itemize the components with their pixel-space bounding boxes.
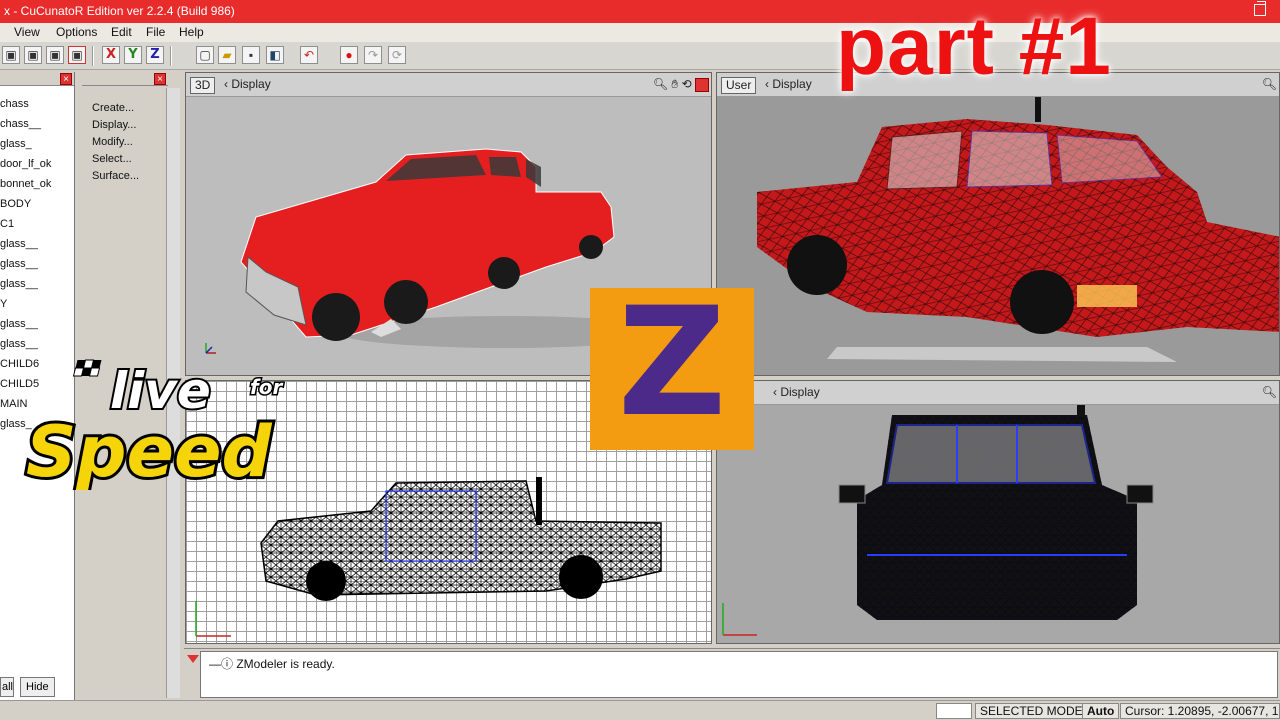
object-list-item[interactable]: glass__ (0, 274, 74, 294)
cube-front-icon[interactable]: ▣ (24, 46, 42, 64)
command-surface[interactable]: Surface... (92, 168, 168, 185)
live-for-speed-logo: live for Speed (23, 359, 285, 490)
pan-hand-icon[interactable]: ✋︎ (671, 77, 678, 91)
object-list-item[interactable]: Y (0, 294, 74, 314)
close-icon[interactable]: × (60, 73, 72, 85)
zoom-icon[interactable]: 🔍︎ (1262, 385, 1277, 399)
viewport-display-label: ‹ Display (773, 385, 820, 399)
show-all-button[interactable]: all (0, 677, 14, 697)
truck-wireframe-shaded (757, 92, 1279, 362)
menu-help[interactable]: Help (179, 25, 204, 39)
warning-triangle-icon (187, 655, 199, 663)
object-list-header: × (0, 72, 74, 86)
cube-side-icon[interactable]: ▣ (46, 46, 64, 64)
object-list-item[interactable]: chass__ (0, 114, 74, 134)
axis-x-button[interactable]: X (102, 46, 120, 64)
maximize-icon[interactable] (1254, 1, 1266, 16)
object-list-item[interactable]: bonnet_ok (0, 174, 74, 194)
axis-y-button[interactable]: Y (124, 46, 142, 64)
toolbar-separator (170, 46, 172, 66)
new-file-icon[interactable]: ▢ (196, 46, 214, 64)
status-bar: SELECTED MODE Auto Cursor: 1.20895, -2.0… (0, 700, 1280, 720)
command-list: Create... Display... Modify... Select...… (82, 86, 168, 185)
viewport-front[interactable]: ‹ Display 🔍︎ (716, 380, 1280, 644)
viewport-display-label: ‹ Display (224, 77, 271, 91)
toolbar-separator (92, 46, 94, 66)
console-output[interactable]: —ⓘ ZModeler is ready. (200, 651, 1278, 698)
object-list-item[interactable]: glass__ (0, 254, 74, 274)
menu-file[interactable]: File (146, 25, 165, 39)
viewport-header: 3D ‹ Display 🔍︎ ✋︎ ⟲ (186, 73, 711, 97)
command-panel-header: × (82, 72, 168, 86)
save-icon[interactable]: ▪ (242, 46, 260, 64)
viewport-mode-button[interactable]: User (721, 77, 757, 94)
hide-all-button[interactable]: Hide all (20, 677, 55, 711)
viewport-display-text[interactable]: Display (772, 77, 811, 91)
zoom-icon[interactable]: 🔍︎ (653, 77, 668, 91)
menu-view[interactable]: View (14, 25, 40, 39)
lfs-for-text: for (250, 375, 283, 399)
console-panel: —ⓘ ZModeler is ready. (184, 648, 1280, 700)
redo-icon[interactable]: ↷ (364, 46, 382, 64)
truck-front-wireframe (722, 403, 1154, 636)
viewport-display-text[interactable]: Display (780, 385, 819, 399)
command-display[interactable]: Display... (92, 117, 168, 134)
close-icon[interactable]: × (154, 73, 166, 85)
viewport-user[interactable]: User ‹ Display 🔍︎ (716, 72, 1280, 376)
viewport-mode-button[interactable]: 3D (190, 77, 216, 94)
viewport-controls: 🔍︎ ✋︎ ⟲ (653, 77, 709, 92)
zmodeler-window: x - CuCunatoR Edition ver 2.2.4 (Build 9… (0, 0, 1280, 720)
rotate-icon[interactable]: ⟲ (682, 77, 692, 91)
menu-edit[interactable]: Edit (111, 25, 132, 39)
zmodeler-logo: Z (590, 288, 754, 450)
command-modify[interactable]: Modify... (92, 134, 168, 151)
info-icon: —ⓘ (209, 657, 237, 671)
window-title: x - CuCunatoR Edition ver 2.2.4 (Build 9… (4, 4, 235, 18)
object-list-item[interactable]: chass (0, 94, 74, 114)
viewport-display-label: ‹ Display (765, 77, 812, 91)
import-icon[interactable]: ◧ (266, 46, 284, 64)
lfs-speed-text: Speed (26, 411, 272, 490)
status-cursor: Cursor: 1.20895, -2.00677, 1.914 (1120, 703, 1280, 719)
refresh-icon[interactable]: ⟳ (388, 46, 406, 64)
zoom-icon[interactable]: 🔍︎ (1262, 77, 1277, 91)
object-list-item[interactable]: glass__ (0, 234, 74, 254)
object-list-item[interactable]: door_lf_ok (0, 154, 74, 174)
undo-icon[interactable]: ↶ (300, 46, 318, 64)
viewport-display-text[interactable]: Display (231, 77, 270, 91)
object-list-item[interactable]: glass__ (0, 314, 74, 334)
object-list-item[interactable]: glass_ (0, 134, 74, 154)
object-list-item[interactable]: BODY (0, 194, 74, 214)
command-create[interactable]: Create... (92, 100, 168, 117)
object-list-item[interactable]: C1 (0, 214, 74, 234)
status-mode: SELECTED MODE (975, 703, 1088, 719)
viewport-controls: 🔍︎ (1262, 385, 1277, 399)
menu-options[interactable]: Options (56, 25, 97, 39)
console-message: ZModeler is ready. (236, 657, 335, 671)
status-empty-cell (936, 703, 972, 719)
viewport-canvas[interactable] (717, 92, 1279, 375)
axis-z-button[interactable]: Z (146, 46, 164, 64)
viewport-canvas[interactable] (717, 403, 1279, 643)
cube-view-icon[interactable]: ▣ (2, 46, 20, 64)
cube-select-icon[interactable]: ▣ (68, 46, 86, 64)
open-folder-icon[interactable]: ▰ (218, 46, 236, 64)
command-select[interactable]: Select... (92, 151, 168, 168)
maximize-viewport-icon[interactable] (695, 77, 709, 92)
viewport-header: ‹ Display 🔍︎ (717, 381, 1279, 405)
part-title-overlay: part #1 (836, 1, 1112, 92)
zmodeler-logo-letter: Z (617, 276, 727, 450)
viewport-controls: 🔍︎ (1262, 77, 1277, 91)
record-icon[interactable]: ● (340, 46, 358, 64)
status-auto[interactable]: Auto (1082, 703, 1120, 719)
